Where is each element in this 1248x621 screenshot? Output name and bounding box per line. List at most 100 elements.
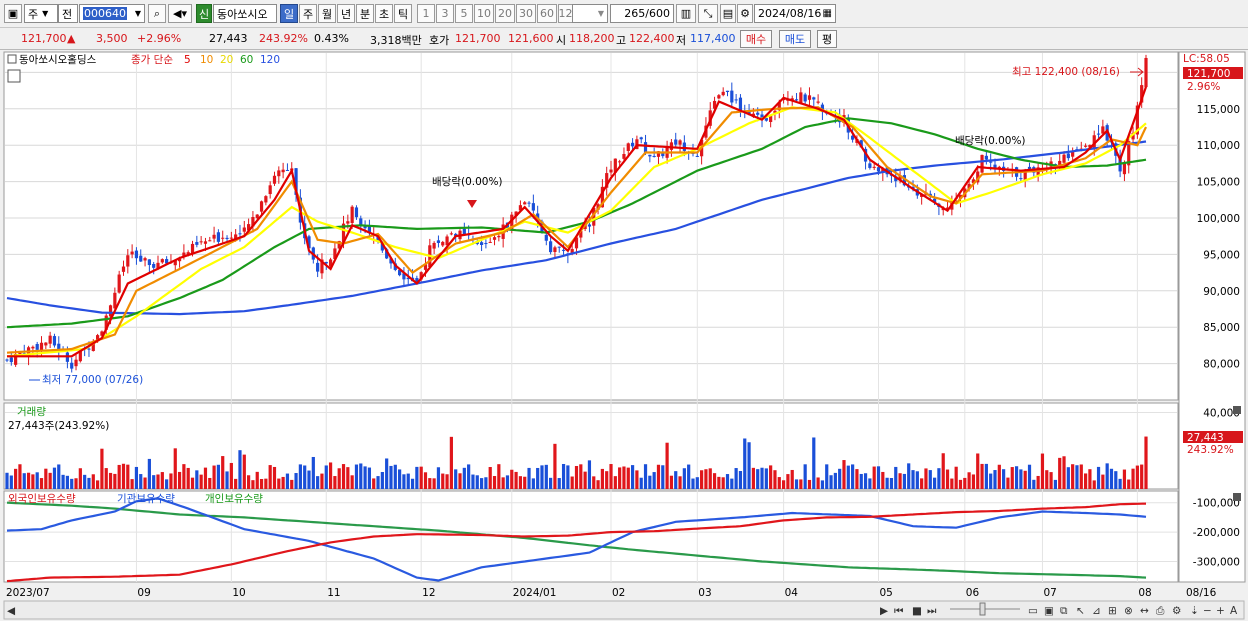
candle-body (268, 185, 272, 195)
period-tab-4[interactable]: 분 (356, 4, 374, 23)
auto-scale-icon[interactable]: A (1230, 605, 1238, 617)
volume-bar (950, 478, 954, 489)
period-combo[interactable]: 전 (58, 4, 78, 23)
period-tab-6[interactable]: 틱 (394, 4, 412, 23)
save-icon[interactable]: ▤ (720, 4, 736, 23)
candle-body (87, 348, 91, 350)
sell-button[interactable]: 매도 (779, 30, 811, 48)
search-icon[interactable]: ⌕ (148, 4, 166, 23)
new-listing-badge: 신 (196, 4, 212, 23)
volume-bar (247, 475, 251, 489)
volume-bar (91, 474, 95, 489)
volume-bar (255, 471, 259, 489)
volume-bar (993, 470, 997, 489)
interval-button-3[interactable]: 3 (436, 4, 454, 23)
candle-body (242, 227, 246, 232)
count-value: 265 (624, 7, 646, 20)
collapse-arrow-icon[interactable]: ⇣ (1190, 605, 1199, 617)
trade-amount: 3,318백만 (370, 34, 422, 47)
period-tab-2[interactable]: 월 (318, 4, 336, 23)
volume-bar (1023, 470, 1027, 489)
volume-bar (902, 473, 906, 489)
date-field[interactable]: 2024/08/16 ▦ (754, 4, 836, 23)
candle-body (682, 142, 686, 151)
volume-bar (259, 478, 264, 489)
period-tab-0[interactable]: 일 (280, 4, 298, 23)
gear-icon[interactable]: ⚙ (737, 4, 753, 23)
copy-icon[interactable]: ⧉ (1060, 605, 1068, 617)
candle-body (557, 246, 561, 248)
code-input[interactable]: 000640 ▼ (79, 4, 145, 23)
scroll-bar[interactable] (3, 600, 1245, 620)
holdings-close-icon[interactable] (1233, 493, 1241, 501)
scroll-left-icon[interactable]: ◀ (7, 605, 16, 617)
volume-bar (199, 474, 203, 489)
print-icon[interactable]: ⎙ (1156, 605, 1165, 617)
x-tick-label: 07 (1043, 587, 1056, 599)
volume-bar (1006, 477, 1010, 489)
candle-body (208, 240, 212, 242)
period-tab-1[interactable]: 주 (299, 4, 317, 23)
magnet-icon[interactable]: ⊞ (1108, 605, 1117, 617)
volume-bar (549, 477, 553, 489)
volume-bar (337, 468, 341, 489)
scroll-right-icon[interactable]: ▶ (880, 605, 889, 617)
interval-button-20[interactable]: 20 (495, 4, 515, 23)
split-icon[interactable]: ▣ (1044, 605, 1054, 617)
volume-bar (251, 480, 255, 489)
chart-type-icon[interactable]: ▥ (676, 4, 696, 23)
indicator-icon[interactable]: ⤡ (698, 4, 718, 23)
eval-button[interactable]: 평 (817, 30, 837, 48)
buy-button[interactable]: 매수 (740, 30, 772, 48)
volume-bar (1144, 436, 1148, 489)
count-field[interactable]: 265/600 (610, 4, 674, 23)
rewind-icon[interactable]: ⏮ (894, 605, 904, 617)
calendar-icon[interactable]: ▦ (823, 8, 832, 19)
table-icon[interactable] (7, 69, 21, 83)
volume-bar (738, 471, 743, 489)
interval-select[interactable]: ▼ (572, 4, 608, 23)
pan-icon[interactable]: ↔ (1140, 605, 1149, 617)
period-tab-3[interactable]: 년 (337, 4, 355, 23)
chevron-down-icon[interactable]: ▼ (135, 9, 141, 18)
volume-bar (1010, 467, 1014, 489)
draw-icon[interactable]: ⊿ (1092, 605, 1101, 617)
speaker-icon[interactable]: ◀▾ (168, 4, 192, 23)
interval-button-10[interactable]: 10 (474, 4, 494, 23)
volume-bar (540, 465, 544, 489)
volume-bar (566, 465, 570, 489)
zoom-out-icon[interactable]: − (1203, 605, 1212, 617)
stop-icon[interactable]: ■ (912, 605, 922, 617)
interval-button-1[interactable]: 1 (417, 4, 435, 23)
candle-body (587, 224, 592, 227)
interval-button-30[interactable]: 30 (516, 4, 536, 23)
holdings-pane[interactable] (3, 490, 1179, 583)
volume-bar (130, 479, 134, 489)
candle-body (5, 359, 9, 361)
price-tick-label: 110,000 (1197, 140, 1240, 152)
interval-button-5[interactable]: 5 (455, 4, 473, 23)
dividend-label-2: 배당락(0.00%) (955, 135, 1026, 147)
high-price: 122,400 (629, 32, 675, 45)
market-select[interactable]: 주 ▼ (24, 4, 58, 23)
cross-icon[interactable]: ⊗ (1124, 605, 1133, 617)
volume-bar (177, 471, 182, 489)
window-menu-icon[interactable]: ▣ (4, 4, 22, 23)
last-pct-tag: 2.96% (1187, 81, 1220, 93)
stock-chart[interactable]: 80,000 85,000 90,000 95,000 100,000 105,000 11… (0, 50, 1248, 621)
volume-bar (121, 463, 126, 489)
zoom-in-icon[interactable]: + (1216, 605, 1225, 617)
interval-button-60[interactable]: 60 (537, 4, 557, 23)
collapse-icon[interactable] (7, 54, 17, 64)
candle-body (816, 101, 820, 103)
fast-forward-icon[interactable]: ⏭ (927, 605, 937, 617)
volume-bar (316, 476, 320, 489)
zoom-slider-thumb[interactable] (979, 602, 986, 616)
volume-bar (52, 467, 57, 489)
layout-icon[interactable]: ▭ (1028, 605, 1038, 617)
cursor-icon[interactable]: ↖ (1076, 605, 1085, 617)
settings-icon[interactable]: ⚙ (1172, 605, 1181, 617)
period-tab-5[interactable]: 초 (375, 4, 393, 23)
x-tick-label: 08 (1138, 587, 1151, 599)
volume-close-icon[interactable] (1233, 406, 1241, 414)
